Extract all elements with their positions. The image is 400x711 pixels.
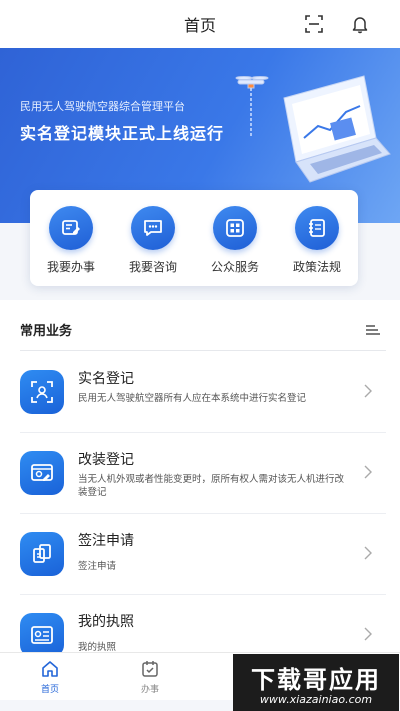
service-item-endorsement[interactable]: 签注申请 签注申请 bbox=[20, 514, 386, 595]
menu-icon[interactable] bbox=[366, 324, 380, 335]
clipboard-icon bbox=[20, 532, 64, 576]
checklist-icon bbox=[142, 660, 158, 677]
bell-icon[interactable] bbox=[350, 14, 370, 34]
service-item-modification[interactable]: 改装登记 当无人机外观或者性能变更时，原所有权人需对该无人机进行改装登记 bbox=[20, 433, 386, 514]
chat-icon bbox=[131, 206, 175, 250]
page-title: 首页 bbox=[183, 16, 216, 35]
laptop-drone-illustration bbox=[235, 75, 391, 183]
quick-action-apply[interactable]: 我要办事 bbox=[31, 206, 111, 275]
common-services-section: 常用业务 实名登记 民用无人驾驶航空器所有人应在本系统中进行实名登记 改装登记 … bbox=[0, 300, 400, 657]
watermark-brand: 下载哥应用 bbox=[251, 665, 381, 694]
tab-services[interactable]: 办事 bbox=[100, 653, 200, 701]
service-title: 我的执照 bbox=[78, 614, 134, 630]
top-bar: 首页 bbox=[0, 0, 400, 48]
quick-actions-card: 我要办事 我要咨询 公众服务 政策法规 bbox=[30, 190, 358, 286]
notebook-icon bbox=[295, 206, 339, 250]
edit-doc-icon bbox=[49, 206, 93, 250]
license-icon bbox=[20, 613, 64, 657]
site-watermark: 下载哥应用 www.xiazainiao.com bbox=[233, 654, 399, 711]
tab-label: 首页 bbox=[40, 684, 59, 695]
tab-label: 办事 bbox=[140, 684, 159, 695]
section-header: 常用业务 bbox=[20, 320, 380, 339]
grid-icon bbox=[213, 206, 257, 250]
chevron-right-icon bbox=[364, 627, 372, 641]
section-title: 常用业务 bbox=[20, 324, 73, 339]
banner-subtitle: 民用无人驾驶航空器综合管理平台 bbox=[20, 100, 185, 113]
quick-action-consult[interactable]: 我要咨询 bbox=[113, 206, 193, 275]
quick-action-label: 政策法规 bbox=[292, 260, 341, 274]
banner-headline: 实名登记模块正式上线运行 bbox=[20, 124, 225, 143]
quick-action-policy[interactable]: 政策法规 bbox=[277, 206, 357, 275]
divider bbox=[20, 350, 386, 351]
watermark-url: www.xiazainiao.com bbox=[259, 692, 373, 706]
quick-action-public-service[interactable]: 公众服务 bbox=[195, 206, 275, 275]
service-description: 签注申请 bbox=[78, 561, 117, 572]
chevron-right-icon bbox=[364, 384, 372, 398]
service-item-real-name[interactable]: 实名登记 民用无人驾驶航空器所有人应在本系统中进行实名登记 bbox=[20, 352, 386, 433]
service-title: 签注申请 bbox=[78, 533, 134, 549]
service-description: 民用无人驾驶航空器所有人应在本系统中进行实名登记 bbox=[78, 393, 307, 404]
service-title: 实名登记 bbox=[78, 371, 134, 387]
tab-home[interactable]: 首页 bbox=[0, 653, 100, 701]
chevron-right-icon bbox=[364, 465, 372, 479]
scan-icon[interactable] bbox=[304, 14, 324, 34]
id-card-edit-icon bbox=[20, 451, 64, 495]
user-scan-icon bbox=[20, 370, 64, 414]
chevron-right-icon bbox=[364, 546, 372, 560]
service-title: 改装登记 bbox=[78, 452, 134, 468]
quick-action-label: 公众服务 bbox=[210, 260, 259, 274]
quick-action-label: 我要咨询 bbox=[128, 260, 177, 274]
home-icon bbox=[42, 660, 58, 677]
quick-action-label: 我要办事 bbox=[46, 260, 95, 274]
service-description: 当无人机外观或者性能变更时，原所有权人需对该无人机进行改装登记 bbox=[78, 474, 345, 498]
